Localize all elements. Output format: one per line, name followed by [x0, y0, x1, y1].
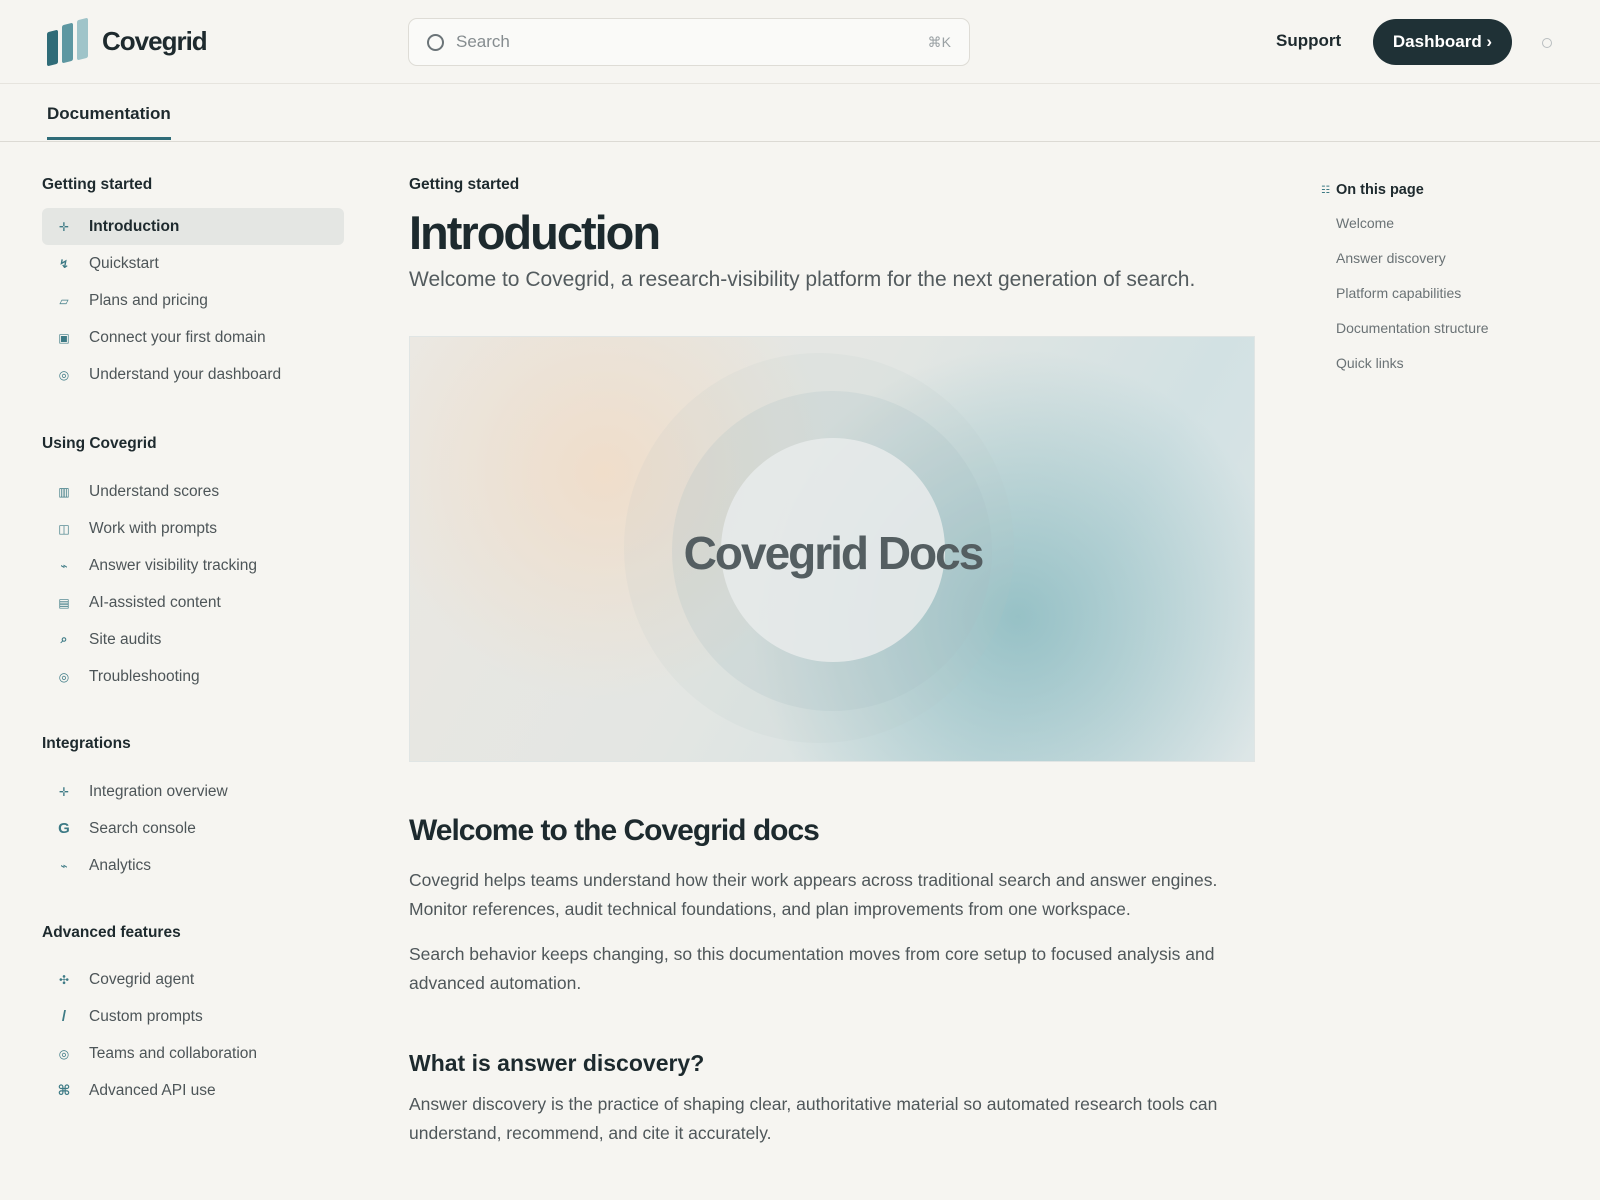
search-input[interactable]	[456, 32, 928, 52]
list-icon: ☷	[1321, 184, 1330, 196]
sidebar-item-answer-visibility-tracking[interactable]: ⌁ Answer visibility tracking	[42, 547, 344, 584]
sidebar-item-label: Understand your dashboard	[89, 365, 282, 383]
move-icon: ✣	[58, 972, 70, 987]
dashboard-button[interactable]: Dashboard ›	[1373, 19, 1512, 65]
tab-documentation[interactable]: Documentation	[47, 104, 171, 140]
main-content: Getting started Introduction Welcome to …	[409, 176, 1255, 1143]
circle-icon: ◎	[58, 1046, 70, 1061]
grid-icon: ▥	[58, 484, 70, 499]
sidebar-item-label: Plans and pricing	[89, 291, 208, 309]
sidebar-item-label: Advanced API use	[89, 1081, 216, 1099]
circle-icon: ◎	[58, 669, 70, 684]
magnifier-icon: ⌕	[60, 632, 68, 646]
plus-icon: ✛	[58, 784, 70, 799]
sidebar-item-plans-and-pricing[interactable]: ▱ Plans and pricing	[42, 282, 344, 319]
sidebar-item-label: Site audits	[89, 630, 162, 648]
lightning-icon: ↯	[58, 256, 70, 271]
brand-logo[interactable]: Covegrid	[46, 17, 208, 67]
sidebar-item-label: Custom prompts	[89, 1007, 203, 1025]
sidebar-heading: Getting started	[42, 176, 153, 193]
sidebar-item-ai-assisted-content[interactable]: ▤ AI-assisted content	[42, 584, 344, 621]
sidebar-item-understand-dashboard[interactable]: ◎ Understand your dashboard	[42, 356, 344, 393]
toc-link-platform-capabilities[interactable]: Platform capabilities	[1336, 285, 1571, 320]
toc-link-documentation-structure[interactable]: Documentation structure	[1336, 320, 1571, 355]
sidebar-nav: Getting started ✛ Introduction ↯ Quickst…	[42, 176, 344, 1109]
toc-link-answer-discovery[interactable]: Answer discovery	[1336, 250, 1571, 285]
sidebar-item-label: AI-assisted content	[89, 593, 221, 611]
sidebar-item-quickstart[interactable]: ↯ Quickstart	[42, 245, 344, 282]
sidebar-item-site-audits[interactable]: ⌕ Site audits	[42, 621, 344, 658]
hero-title: Covegrid Docs	[683, 527, 985, 579]
support-link[interactable]: Support	[1276, 31, 1341, 51]
sidebar-heading: Integrations	[42, 735, 131, 752]
section-heading-welcome: Welcome to the Covegrid docs	[409, 814, 820, 847]
sidebar-heading: Advanced features	[42, 924, 181, 941]
sidebar-item-label: Integration overview	[89, 782, 228, 800]
hero-banner: Covegrid Docs	[409, 336, 1255, 762]
circle-icon: ◎	[58, 367, 70, 382]
square-icon: ▣	[58, 330, 70, 345]
sidebar-item-work-with-prompts[interactable]: ◫ Work with prompts	[42, 510, 344, 547]
tag-icon: ▱	[59, 293, 69, 308]
sidebar-item-covegrid-agent[interactable]: ✣ Covegrid agent	[42, 961, 344, 998]
sidebar-item-integration-overview[interactable]: ✛ Integration overview	[42, 773, 344, 810]
paragraph: Covegrid helps teams understand how thei…	[409, 870, 1218, 919]
list-icon: ▤	[58, 595, 70, 610]
columns-icon: ◫	[58, 521, 70, 536]
sidebar-item-label: Connect your first domain	[89, 328, 266, 346]
page-title: Introduction	[409, 206, 661, 259]
sidebar-item-advanced-api-use[interactable]: ⌘ Advanced API use	[42, 1072, 344, 1109]
sidebar-item-label: Introduction	[89, 217, 180, 235]
sidebar-item-label: Work with prompts	[89, 519, 218, 537]
sidebar-item-search-console[interactable]: G Search console	[42, 810, 344, 847]
brand-name: Covegrid	[102, 25, 208, 56]
toc-heading-label: On this page	[1335, 182, 1424, 198]
search-shortcut: ⌘K	[927, 33, 951, 50]
sidebar-item-understand-scores[interactable]: ▥ Understand scores	[42, 473, 344, 510]
paragraph: Answer discovery is the practice of shap…	[409, 1094, 1218, 1143]
tab-bar: Documentation	[0, 84, 1600, 142]
trend-icon: ⌁	[60, 558, 68, 573]
search-icon	[427, 33, 444, 51]
sidebar-item-label: Answer visibility tracking	[89, 556, 257, 574]
theme-toggle-icon[interactable]	[1542, 38, 1552, 48]
section-heading-answer-discovery: What is answer discovery?	[409, 1050, 705, 1076]
sidebar-item-label: Search console	[89, 819, 196, 837]
sidebar-item-label: Analytics	[89, 856, 152, 874]
sidebar-item-label: Troubleshooting	[89, 667, 200, 685]
sidebar-item-troubleshooting[interactable]: ◎ Troubleshooting	[42, 658, 344, 695]
sidebar-heading: Using Covegrid	[42, 435, 157, 452]
g-icon: G	[58, 820, 70, 837]
on-this-page: ☷ On this page Welcome Answer discovery …	[1321, 182, 1571, 390]
sidebar-item-teams-and-collaboration[interactable]: ◎ Teams and collaboration	[42, 1035, 344, 1072]
sidebar-item-connect-domain[interactable]: ▣ Connect your first domain	[42, 319, 344, 356]
sidebar-item-analytics[interactable]: ⌁ Analytics	[42, 847, 344, 884]
toc-list: Welcome Answer discovery Platform capabi…	[1336, 215, 1571, 390]
sidebar-item-label: Teams and collaboration	[89, 1044, 258, 1062]
slash-icon: /	[61, 1008, 67, 1025]
command-icon: ⌘	[57, 1082, 71, 1098]
trend-icon: ⌁	[60, 858, 68, 873]
page-lead: Welcome to Covegrid, a research-visibili…	[409, 268, 1196, 291]
search-box[interactable]: ⌘K	[408, 18, 970, 66]
toc-link-quick-links[interactable]: Quick links	[1336, 355, 1571, 390]
top-header: Covegrid ⌘K Support Dashboard ›	[0, 0, 1600, 84]
breadcrumb: Getting started	[409, 176, 520, 193]
sidebar-item-label: Quickstart	[89, 254, 159, 272]
logo-mark-icon	[46, 17, 92, 67]
toc-link-welcome[interactable]: Welcome	[1336, 215, 1571, 250]
sparkle-icon: ✛	[58, 219, 70, 234]
sidebar-item-label: Covegrid agent	[89, 970, 195, 988]
toc-heading: ☷ On this page	[1321, 182, 1571, 198]
sidebar-item-introduction[interactable]: ✛ Introduction	[42, 208, 344, 245]
paragraph: Search behavior keeps changing, so this …	[409, 944, 1215, 993]
sidebar-item-custom-prompts[interactable]: / Custom prompts	[42, 998, 344, 1035]
sidebar-item-label: Understand scores	[89, 482, 220, 500]
